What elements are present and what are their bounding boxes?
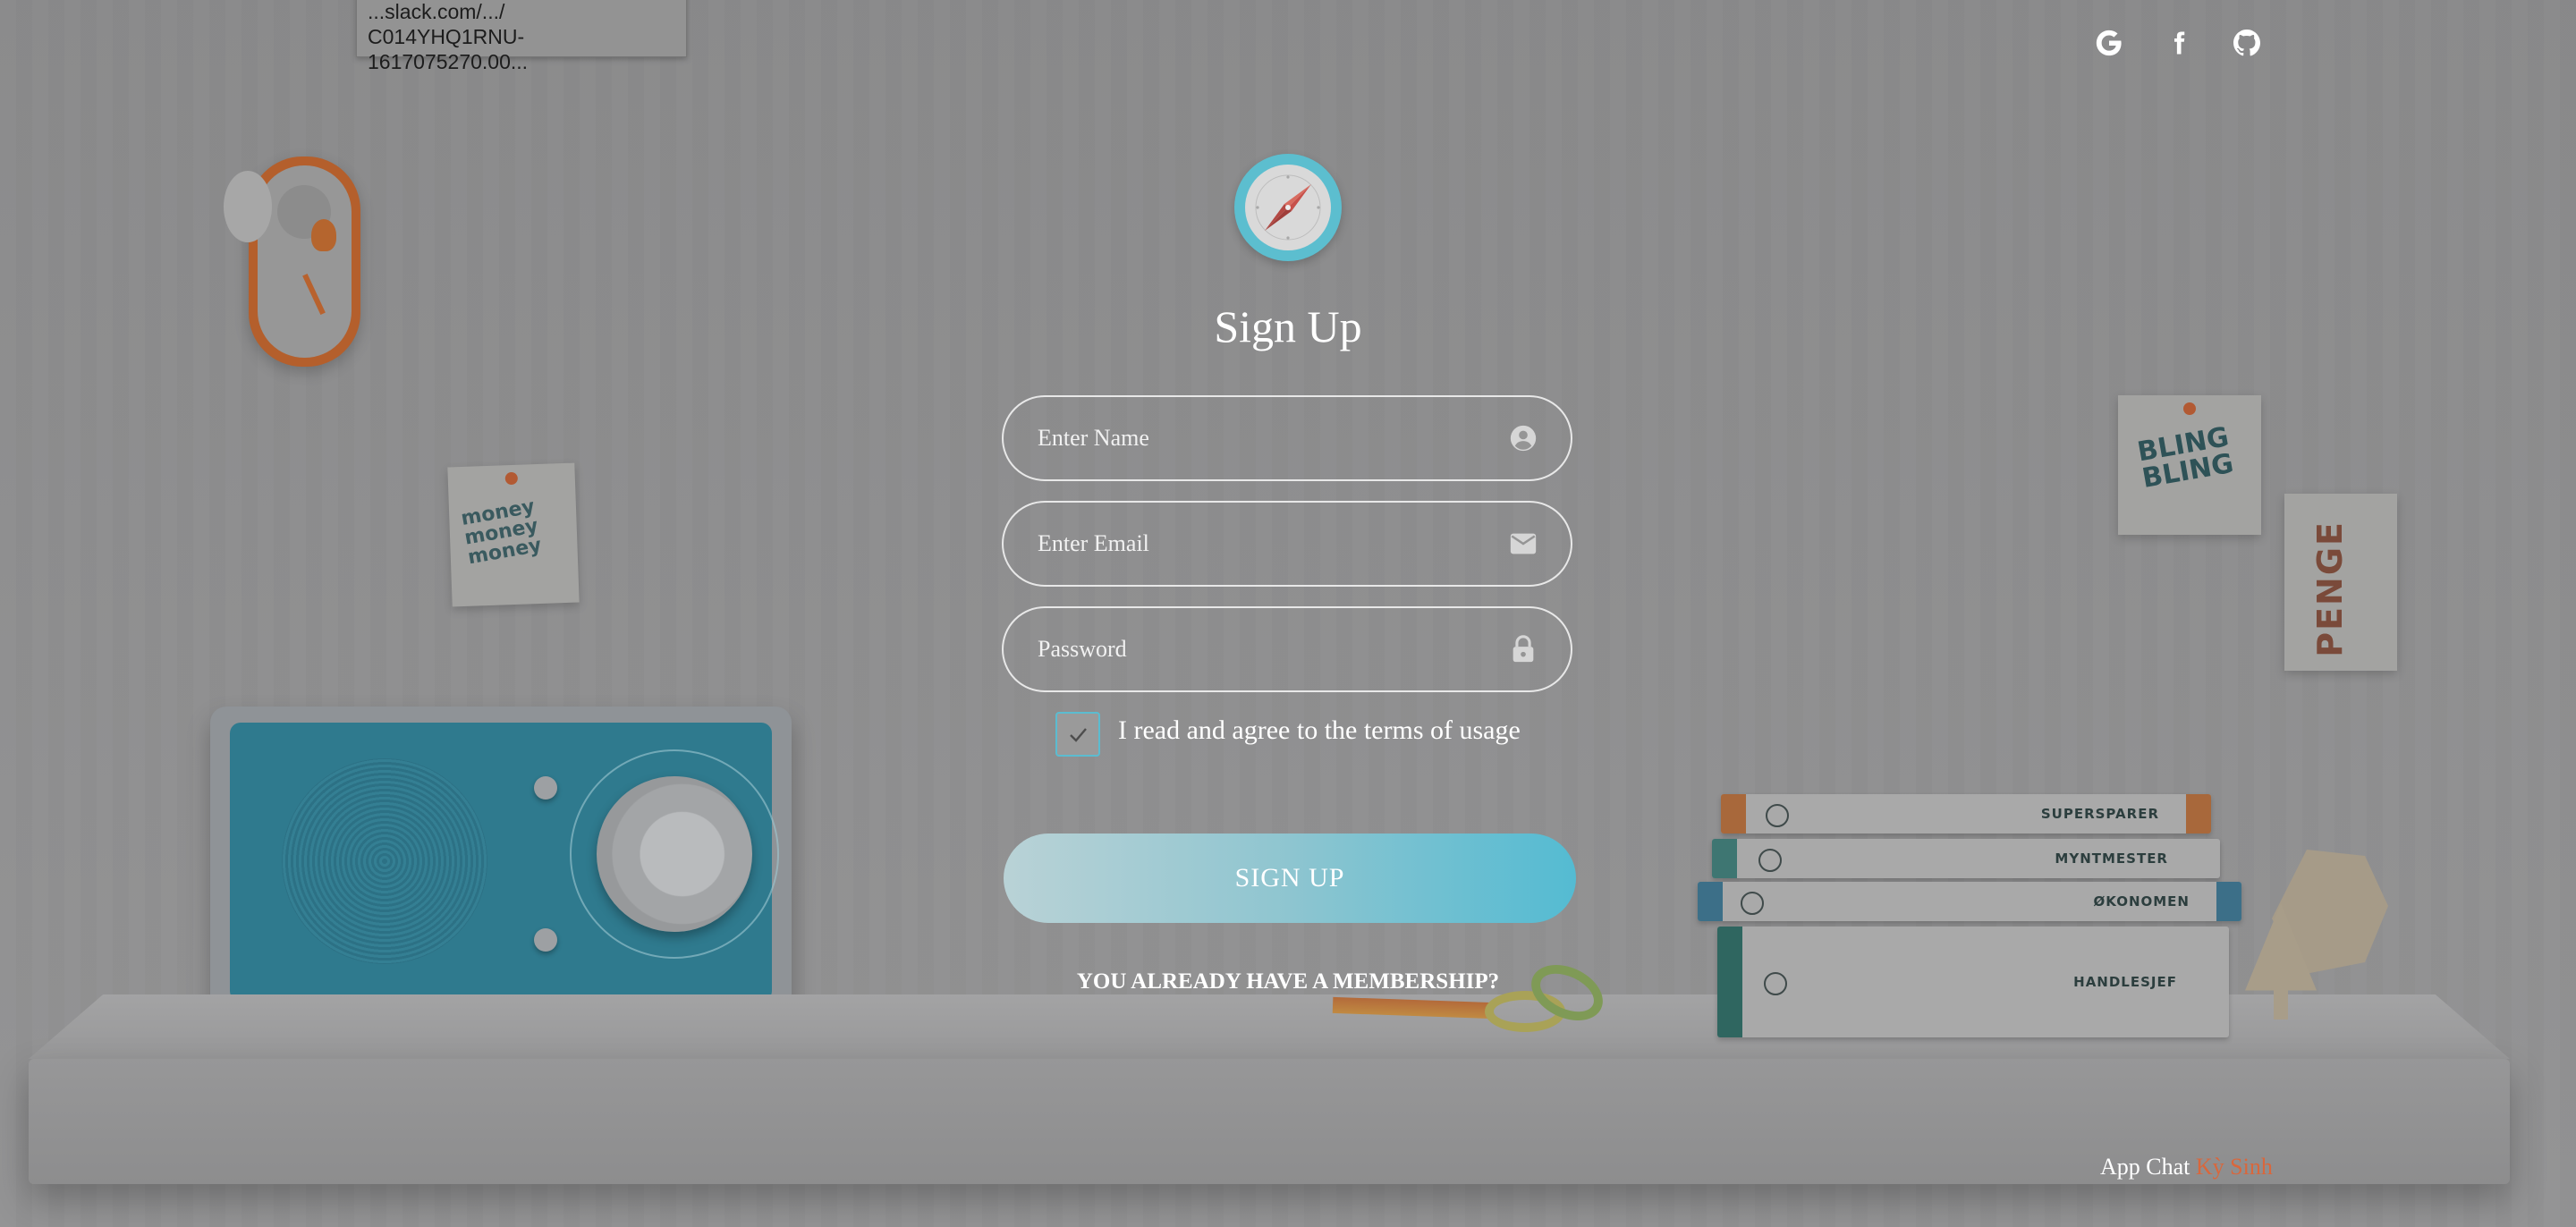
money-note-text: money money money <box>459 495 544 570</box>
penge-note-text: PENGE <box>2310 520 2350 657</box>
book-title: HANDLESJEF <box>2073 974 2177 990</box>
book-decor: HANDLESJEF <box>1717 927 2229 1037</box>
password-input[interactable] <box>1036 608 1490 690</box>
book-decor: SUPERSPARER <box>1721 794 2211 834</box>
compass-icon <box>1255 174 1321 241</box>
password-field <box>1002 606 1572 692</box>
github-login-button[interactable] <box>2227 23 2267 63</box>
book-title: MYNTMESTER <box>2055 850 2168 867</box>
radio-decor <box>210 707 792 1021</box>
user-circle-icon <box>1510 425 1537 452</box>
sign-up-button[interactable]: SIGN UP <box>1004 834 1576 923</box>
tooltip-line-2: C014YHQ1RNU-1617075270.00... <box>368 25 529 73</box>
tooltip-line-1: ...slack.com/.../ <box>368 0 505 23</box>
facebook-icon <box>2174 31 2185 55</box>
google-login-button[interactable] <box>2089 23 2129 63</box>
book-title: SUPERSPARER <box>2040 806 2159 822</box>
book-decor: ØKONOMEN <box>1698 882 2241 921</box>
book-title: ØKONOMEN <box>2093 893 2190 910</box>
terms-label: I read and agree to the terms of usage <box>1118 715 1521 745</box>
link-tooltip: ...slack.com/.../ C014YHQ1RNU-1617075270… <box>356 0 687 73</box>
footer-prefix: App Chat <box>2100 1154 2196 1180</box>
page-title: Sign Up <box>1214 301 1362 351</box>
github-icon <box>2233 30 2260 56</box>
bling-note-text: BLING BLING <box>2135 421 2236 495</box>
book-decor: MYNTMESTER <box>1712 839 2220 878</box>
lock-icon <box>1513 635 1534 663</box>
app-logo <box>1234 154 1342 261</box>
checkmark-icon <box>1070 728 1087 742</box>
facebook-login-button[interactable] <box>2159 23 2199 63</box>
email-input[interactable] <box>1036 503 1490 585</box>
name-input[interactable] <box>1036 397 1490 479</box>
bling-note-decor: BLING BLING <box>2118 395 2261 535</box>
penge-note-decor: PENGE <box>2284 494 2397 671</box>
login-link[interactable]: YOU ALREADY HAVE A MEMBERSHIP? <box>1011 969 1565 994</box>
email-field <box>1002 501 1572 587</box>
wall-clock-decor <box>224 157 360 367</box>
envelope-icon <box>1510 533 1537 554</box>
footer-brand: Kỳ Sinh <box>2195 1154 2273 1180</box>
terms-checkbox[interactable] <box>1055 712 1100 757</box>
google-icon <box>2096 30 2122 56</box>
money-note-decor: money money money <box>447 462 580 607</box>
footer-credit: App Chat Kỳ Sinh <box>2100 1154 2273 1180</box>
name-field <box>1002 395 1572 481</box>
